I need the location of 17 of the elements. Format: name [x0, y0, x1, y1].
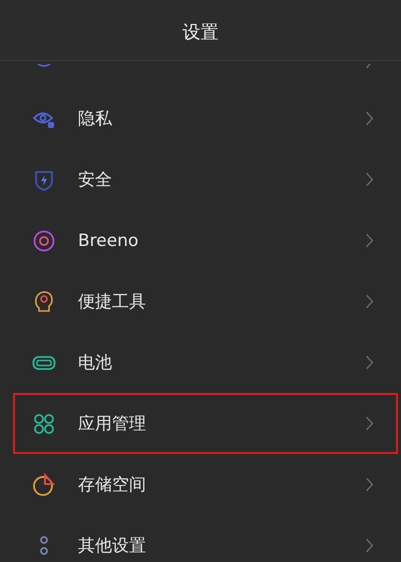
settings-item[interactable]: 存储空间 [13, 454, 398, 515]
item-label: 存储空间 [78, 474, 147, 496]
item-label: Breeno [78, 230, 140, 250]
item-label: 安全 [78, 169, 113, 191]
settings-item[interactable]: 安全 [13, 149, 398, 210]
item-label: 便捷工具 [78, 291, 147, 313]
settings-item[interactable]: 电池 [13, 332, 398, 393]
settings-item[interactable]: 应用管理 [13, 393, 398, 454]
item-label: 隐私 [78, 108, 113, 130]
item-label: 应用管理 [78, 413, 147, 435]
settings-item[interactable]: 其他设置 [13, 515, 398, 562]
settings-item[interactable]: 便捷工具 [13, 271, 398, 332]
settings-item[interactable]: Breeno [13, 210, 398, 271]
settings-item[interactable]: 隐私 [13, 88, 398, 149]
page-title: 设置 [182, 21, 218, 44]
item-label: 其他设置 [78, 535, 147, 557]
item-label: 电池 [78, 352, 113, 374]
